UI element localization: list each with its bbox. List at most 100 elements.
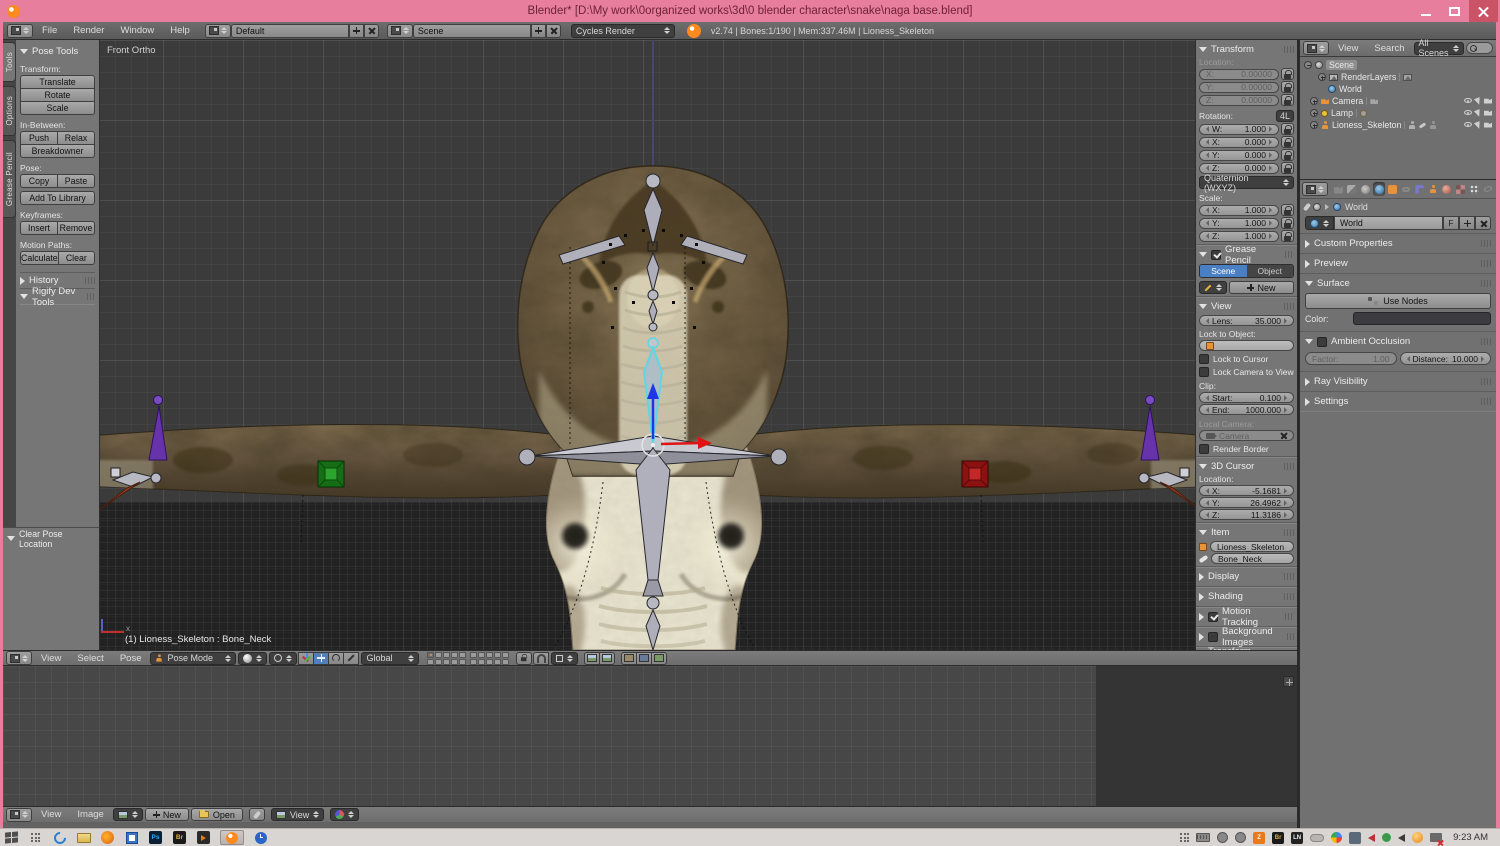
window-titlebar[interactable]: Blender* [D:\My work\0organized works\3d… [0, 0, 1500, 22]
visibility-eye-icon[interactable] [1464, 110, 1472, 115]
display-channels-dropdown[interactable] [330, 808, 359, 821]
scale-manipulator-button[interactable] [343, 652, 359, 665]
visibility-eye-icon[interactable] [1464, 122, 1472, 127]
renderability-camera-icon[interactable] [1484, 98, 1492, 104]
tab-modifiers[interactable] [1413, 182, 1426, 196]
tab-render[interactable] [1332, 182, 1345, 196]
lock-object-field[interactable] [1199, 340, 1294, 351]
world-browse-button[interactable] [1305, 216, 1334, 230]
selectability-cursor-icon[interactable] [1474, 121, 1482, 130]
preview-panel[interactable]: Preview [1300, 253, 1496, 273]
lock-to-cursor-checkbox[interactable] [1199, 354, 1209, 364]
tab-render-layers[interactable] [1346, 182, 1359, 196]
image-browse-dropdown[interactable] [113, 808, 143, 821]
add-to-library-button[interactable]: Add To Library [20, 191, 95, 205]
tab-material[interactable] [1441, 182, 1454, 196]
insert-keyframe-button[interactable]: Insert [20, 221, 58, 235]
rotate-manipulator-button[interactable] [328, 652, 344, 665]
tab-tools[interactable]: Tools [3, 42, 16, 82]
panel-grip[interactable] [1481, 338, 1491, 345]
world-color-swatch[interactable] [1353, 312, 1491, 325]
motion-tracking-checkbox[interactable] [1208, 612, 1218, 622]
motion-tracking-panel-header[interactable]: Motion Tracking [1199, 609, 1294, 624]
collapse-expander-icon[interactable] [1310, 97, 1318, 105]
close-button[interactable] [1469, 0, 1498, 22]
oval-app-icon[interactable] [1310, 834, 1324, 842]
visibility-eye-icon[interactable] [1464, 98, 1472, 103]
keyboard-icon[interactable] [1196, 833, 1210, 842]
menu-render[interactable]: Render [66, 22, 111, 39]
uv-image-area[interactable] [1096, 666, 1297, 806]
layout-delete-button[interactable] [364, 24, 379, 38]
close-icon[interactable] [1280, 432, 1287, 439]
outliner-row-world[interactable]: World [1300, 83, 1496, 95]
tab-physics[interactable] [1481, 182, 1494, 196]
record-icon-2[interactable] [1235, 832, 1246, 843]
audio-muted-icon[interactable] [1368, 834, 1375, 842]
taskbar-clock[interactable]: 9:23 AM [1449, 832, 1496, 843]
grease-pencil-checkbox[interactable] [1211, 250, 1221, 260]
record-icon-1[interactable] [1217, 832, 1228, 843]
photoshop-button[interactable]: Ps [148, 831, 163, 844]
show-hidden-icons-button[interactable] [1180, 833, 1189, 842]
grease-layer-button[interactable] [1199, 281, 1227, 294]
bridge-button[interactable]: Br [172, 831, 187, 844]
lock-icon[interactable] [1281, 81, 1294, 93]
clip-end-field[interactable]: End:1000.000 [1199, 404, 1294, 415]
panel-grip[interactable] [1284, 529, 1294, 536]
lock-icon[interactable] [1281, 217, 1294, 229]
vp-menu-view[interactable]: View [34, 650, 68, 667]
tab-world[interactable] [1373, 182, 1386, 196]
preview-button-1[interactable] [621, 652, 637, 665]
rotate-button[interactable]: Rotate [20, 88, 95, 102]
panel-grip[interactable] [1481, 240, 1491, 247]
location-x-field[interactable]: X:0.00000 [1199, 69, 1279, 80]
layout-add-button[interactable] [349, 24, 364, 38]
uv-editor-type-button[interactable] [6, 808, 32, 822]
lock-icon[interactable] [1281, 123, 1294, 135]
renderability-camera-icon[interactable] [1484, 110, 1492, 116]
scale-button[interactable]: Scale [20, 101, 95, 115]
lock-icon[interactable] [1281, 204, 1294, 216]
panel-grip[interactable] [1285, 613, 1294, 620]
tab-object-data[interactable] [1427, 182, 1440, 196]
collapse-expander-icon[interactable] [1310, 109, 1318, 117]
snap-toggle-button[interactable] [533, 652, 549, 665]
transform-panel-header[interactable]: Transform [1199, 42, 1294, 57]
volume-icon[interactable] [1398, 834, 1405, 842]
paste-pose-button[interactable]: Paste [57, 174, 95, 188]
panel-grip[interactable] [1284, 593, 1294, 600]
calculate-paths-button[interactable]: Calculate [20, 251, 59, 265]
uv-menu-image[interactable]: Image [70, 806, 110, 823]
rotation-mode-dropdown[interactable]: Quaternion (WXYZ) [1199, 176, 1294, 189]
editor-type-button[interactable] [7, 24, 33, 38]
clock-app-button[interactable] [253, 831, 268, 844]
ambient-occlusion-header[interactable]: Ambient Occlusion [1305, 334, 1491, 349]
media-player-button[interactable] [196, 831, 211, 844]
lock-icon[interactable] [1281, 149, 1294, 161]
bridge-tray-icon[interactable]: Br [1272, 832, 1284, 844]
renderability-camera-icon[interactable] [1484, 122, 1492, 128]
local-camera-field[interactable]: Camera [1199, 430, 1294, 441]
panel-grip[interactable] [1481, 280, 1491, 287]
collapse-expander-icon[interactable] [1310, 121, 1318, 129]
rotation-4l-button[interactable]: 4L [1276, 110, 1294, 122]
scene-browse-button[interactable] [387, 24, 413, 38]
grease-new-button[interactable]: New [1229, 281, 1294, 294]
movie-maker-button[interactable] [124, 831, 139, 844]
render-border-checkbox[interactable] [1199, 444, 1209, 454]
settings-panel[interactable]: Settings [1300, 391, 1496, 411]
snap-element-dropdown[interactable] [551, 652, 578, 665]
tab-particles[interactable] [1468, 182, 1481, 196]
rigify-panel-header[interactable]: Rigify Dev Tools [20, 288, 95, 304]
render-anim-button[interactable] [599, 652, 615, 665]
grease-pencil-panel-header[interactable]: Grease Pencil [1199, 247, 1294, 262]
unlink-world-button[interactable] [1475, 216, 1491, 230]
scene-delete-button[interactable] [546, 24, 561, 38]
viewport-editor-type-button[interactable] [6, 651, 32, 665]
menu-help[interactable]: Help [163, 22, 197, 39]
relax-button[interactable]: Relax [57, 131, 95, 145]
panel-grip[interactable] [1481, 378, 1491, 385]
internet-explorer-button[interactable] [52, 831, 67, 844]
outliner-row-renderlayers[interactable]: RenderLayers [1300, 71, 1496, 83]
